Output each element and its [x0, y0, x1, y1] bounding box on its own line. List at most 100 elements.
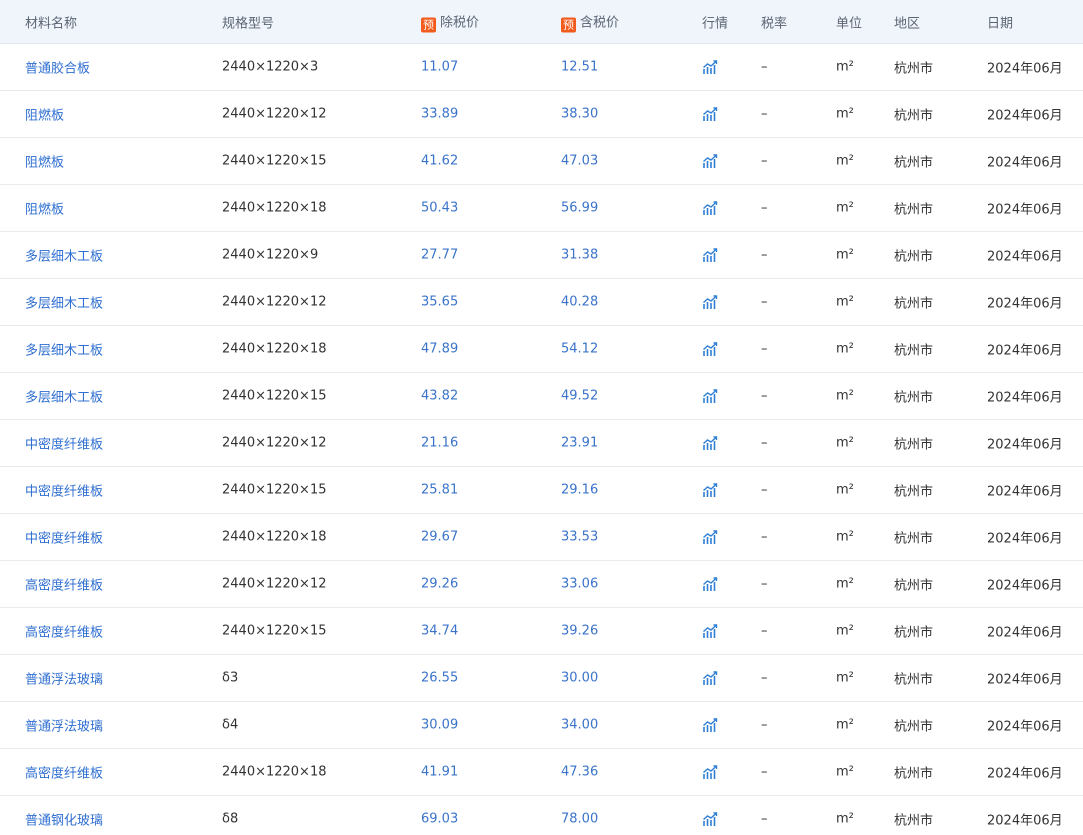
trend-chart-icon[interactable] — [702, 341, 718, 357]
inc-tax-price: 29.16 — [561, 482, 599, 498]
table-row: 普通浮法玻璃 δ3 26.55 30.00 – m² 杭州市 2024年06月 — [0, 655, 1083, 702]
date-value: 2024年06月 — [987, 578, 1063, 594]
material-name-link[interactable]: 多层细木工板 — [25, 293, 103, 312]
tax-rate: – — [761, 247, 768, 263]
date-value: 2024年06月 — [987, 296, 1063, 312]
material-name-link[interactable]: 普通胶合板 — [25, 58, 90, 77]
trend-chart-icon[interactable] — [702, 388, 718, 404]
material-name-link[interactable]: 高密度纤维板 — [25, 622, 103, 641]
header-spec: 规格型号 — [222, 16, 275, 31]
unit-value: m² — [836, 811, 854, 827]
trend-chart-icon[interactable] — [702, 59, 718, 75]
table-row: 普通浮法玻璃 δ4 30.09 34.00 – m² 杭州市 2024年06月 — [0, 702, 1083, 749]
material-name-link[interactable]: 中密度纤维板 — [25, 481, 103, 500]
inc-tax-price: 33.53 — [561, 529, 599, 545]
spec-value: 2440×1220×15 — [222, 623, 327, 639]
tax-rate: – — [761, 435, 768, 451]
pre-tax-price: 11.07 — [421, 59, 459, 75]
header-tax: 税率 — [761, 16, 788, 31]
trend-chart-icon[interactable] — [702, 247, 718, 263]
trend-chart-icon[interactable] — [702, 717, 718, 733]
unit-value: m² — [836, 247, 854, 263]
spec-value: 2440×1220×15 — [222, 153, 327, 169]
table-row: 中密度纤维板 2440×1220×12 21.16 23.91 – m² 杭州市 2024年0… — [0, 420, 1083, 467]
material-name-link[interactable]: 普通钢化玻璃 — [25, 810, 103, 829]
material-name-link[interactable]: 普通浮法玻璃 — [25, 716, 103, 735]
pre-tax-price: 30.09 — [421, 717, 459, 733]
trend-chart-icon[interactable] — [702, 294, 718, 310]
region-value: 杭州市 — [894, 437, 934, 453]
trend-chart-icon[interactable] — [702, 623, 718, 639]
header-region: 地区 — [894, 16, 921, 31]
material-name-link[interactable]: 多层细木工板 — [25, 387, 103, 406]
unit-value: m² — [836, 764, 854, 780]
date-value: 2024年06月 — [987, 343, 1063, 359]
date-value: 2024年06月 — [987, 202, 1063, 218]
trend-chart-icon[interactable] — [702, 200, 718, 216]
material-name-link[interactable]: 阻燃板 — [25, 152, 64, 171]
trend-chart-icon[interactable] — [702, 529, 718, 545]
unit-value: m² — [836, 623, 854, 639]
trend-chart-icon[interactable] — [702, 153, 718, 169]
table-row: 阻燃板 2440×1220×12 33.89 38.30 – m² 杭州市 2024年06月 — [0, 91, 1083, 138]
inc-tax-price: 40.28 — [561, 294, 599, 310]
trend-chart-icon[interactable] — [702, 764, 718, 780]
spec-value: 2440×1220×12 — [222, 435, 327, 451]
spec-value: 2440×1220×9 — [222, 247, 319, 263]
tax-rate: – — [761, 670, 768, 686]
table-row: 普通钢化玻璃 δ8 69.03 78.00 – m² 杭州市 2024年06月 — [0, 796, 1083, 835]
material-name-link[interactable]: 高密度纤维板 — [25, 763, 103, 782]
region-value: 杭州市 — [894, 672, 934, 688]
pre-tax-price: 47.89 — [421, 341, 459, 357]
material-name-link[interactable]: 中密度纤维板 — [25, 434, 103, 453]
region-value: 杭州市 — [894, 155, 934, 171]
forecast-badge: 预 — [561, 17, 576, 32]
trend-chart-icon[interactable] — [702, 106, 718, 122]
header-inc-tax: 预含税价 — [561, 11, 619, 32]
table-row: 中密度纤维板 2440×1220×15 25.81 29.16 – m² 杭州市 2024年0… — [0, 467, 1083, 514]
pre-tax-price: 35.65 — [421, 294, 459, 310]
material-name-link[interactable]: 高密度纤维板 — [25, 575, 103, 594]
tax-rate: – — [761, 811, 768, 827]
material-name-link[interactable]: 普通浮法玻璃 — [25, 669, 103, 688]
trend-chart-icon[interactable] — [702, 811, 718, 827]
spec-value: 2440×1220×18 — [222, 200, 327, 216]
region-value: 杭州市 — [894, 625, 934, 641]
inc-tax-price: 31.38 — [561, 247, 599, 263]
table-row: 高密度纤维板 2440×1220×15 34.74 39.26 – m² 杭州市 2024年0… — [0, 608, 1083, 655]
table-header: 材料名称 规格型号 预除税价 预含税价 行情 税率 单位 地区 日期 — [0, 0, 1083, 44]
inc-tax-price: 49.52 — [561, 388, 599, 404]
spec-value: 2440×1220×12 — [222, 106, 327, 122]
trend-chart-icon[interactable] — [702, 576, 718, 592]
inc-tax-price: 30.00 — [561, 670, 599, 686]
spec-value: 2440×1220×12 — [222, 576, 327, 592]
pre-tax-price: 41.62 — [421, 153, 459, 169]
header-trend: 行情 — [702, 16, 729, 31]
trend-chart-icon[interactable] — [702, 435, 718, 451]
tax-rate: – — [761, 153, 768, 169]
pre-tax-price: 34.74 — [421, 623, 459, 639]
pre-tax-price: 43.82 — [421, 388, 459, 404]
material-name-link[interactable]: 多层细木工板 — [25, 340, 103, 359]
region-value: 杭州市 — [894, 249, 934, 265]
material-name-link[interactable]: 阻燃板 — [25, 105, 64, 124]
table-row: 多层细木工板 2440×1220×18 47.89 54.12 – m² 杭州市 2024年0… — [0, 326, 1083, 373]
pre-tax-price: 29.26 — [421, 576, 459, 592]
material-name-link[interactable]: 中密度纤维板 — [25, 528, 103, 547]
material-name-link[interactable]: 多层细木工板 — [25, 246, 103, 265]
price-table: 材料名称 规格型号 预除税价 预含税价 行情 税率 单位 地区 日期 普通胶合板… — [0, 0, 1083, 835]
tax-rate: – — [761, 200, 768, 216]
material-name-link[interactable]: 阻燃板 — [25, 199, 64, 218]
spec-value: 2440×1220×12 — [222, 294, 327, 310]
unit-value: m² — [836, 717, 854, 733]
region-value: 杭州市 — [894, 766, 934, 782]
trend-chart-icon[interactable] — [702, 670, 718, 686]
tax-rate: – — [761, 106, 768, 122]
inc-tax-price: 33.06 — [561, 576, 599, 592]
trend-chart-icon[interactable] — [702, 482, 718, 498]
unit-value: m² — [836, 576, 854, 592]
spec-value: δ4 — [222, 717, 239, 733]
header-pre-tax-label: 除税价 — [440, 15, 480, 30]
tax-rate: – — [761, 623, 768, 639]
table-row: 中密度纤维板 2440×1220×18 29.67 33.53 – m² 杭州市 2024年0… — [0, 514, 1083, 561]
